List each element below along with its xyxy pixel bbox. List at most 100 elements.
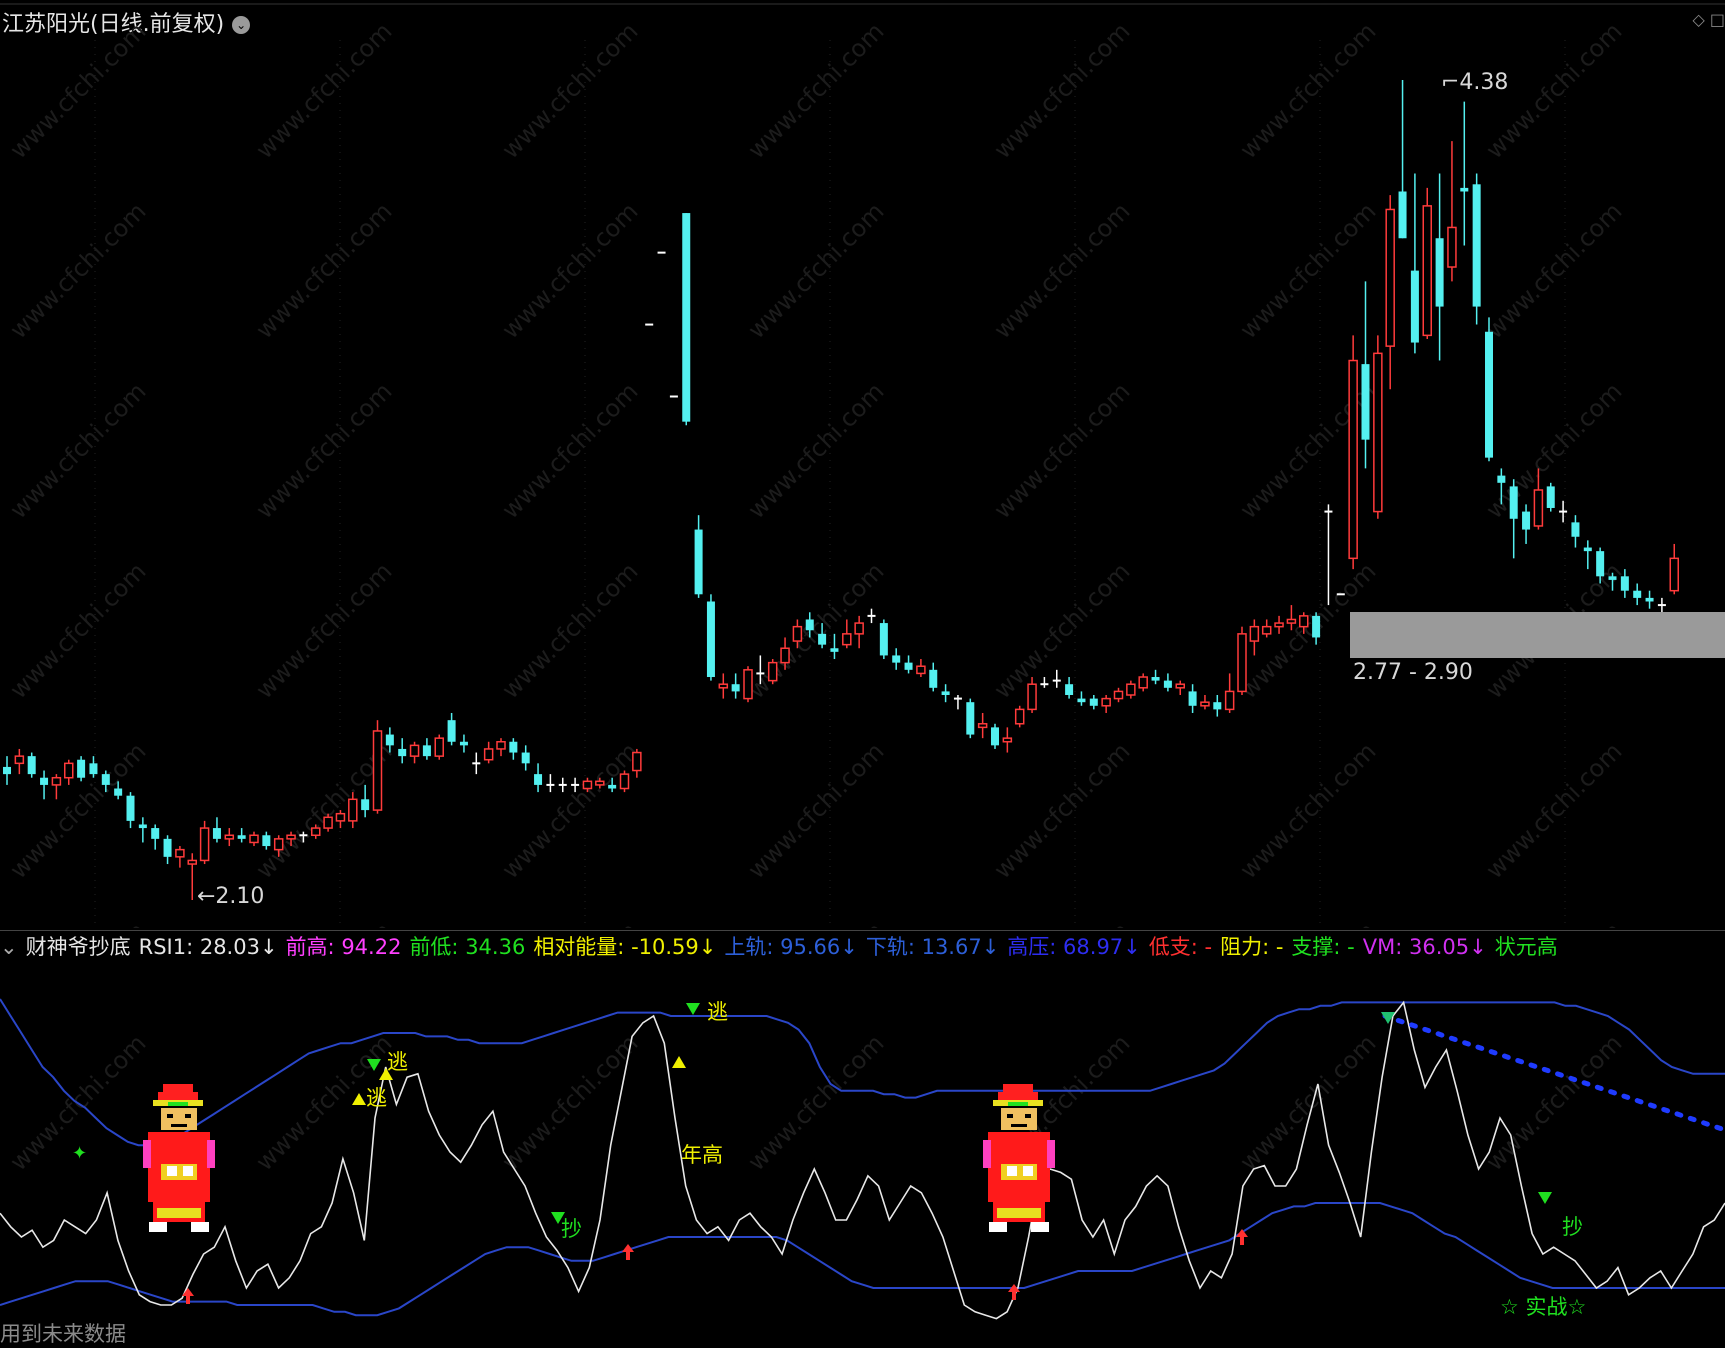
candle	[372, 720, 383, 814]
candle	[1200, 695, 1210, 710]
indicator-value-9: 支撑: -	[1291, 935, 1355, 959]
watermark-text: www.cfchi.com	[742, 557, 889, 704]
candle	[434, 734, 444, 760]
price-chart[interactable]: www.cfchi.com www.cfchi.com www.cfchi.com w…	[0, 0, 1725, 928]
candle	[1583, 540, 1592, 570]
watermark-text: www.cfchi.com	[1234, 17, 1381, 164]
candle	[237, 828, 246, 843]
watermark-text: www.cfchi.com	[250, 377, 397, 524]
escape-signal-label: 逃	[387, 1050, 408, 1074]
candle	[1077, 691, 1086, 706]
year-high-label: 年高	[681, 1143, 723, 1167]
candle	[718, 673, 729, 699]
lower-band-line	[0, 1202, 1725, 1317]
watermark-text: www.cfchi.com	[742, 1029, 889, 1176]
candle	[546, 774, 555, 793]
indicator-name[interactable]: 财神爷抄底	[26, 935, 131, 959]
candle	[991, 723, 999, 749]
candle	[187, 853, 197, 900]
candle	[953, 695, 962, 710]
watermark-text: www.cfchi.com	[1234, 737, 1381, 884]
indicator-value-8: 阻力: -	[1220, 935, 1284, 959]
candle	[27, 752, 36, 778]
watermark-text: www.cfchi.com	[250, 17, 397, 164]
candle	[1261, 619, 1272, 638]
watermark-text: www.cfchi.com	[496, 17, 643, 164]
candle	[1151, 669, 1160, 685]
candle	[1361, 281, 1370, 469]
candle	[175, 846, 185, 868]
candle	[830, 633, 839, 660]
candle	[892, 648, 901, 670]
watermark-text: www.cfchi.com	[742, 17, 889, 164]
indicator-value-3: 相对能量: -10.59↓	[533, 935, 717, 959]
bottom-signal-label: 抄	[561, 1217, 582, 1241]
indicator-value-2: 前低: 34.36	[409, 935, 526, 959]
indicator-value-7: 低支: -	[1148, 935, 1213, 959]
candle	[1460, 101, 1469, 246]
candle	[1163, 673, 1172, 692]
escape-signal-label: 逃	[707, 1000, 728, 1024]
buy-arrow-icon	[1236, 1229, 1248, 1245]
candle	[64, 759, 74, 785]
candle	[1398, 80, 1407, 239]
candle	[1188, 684, 1197, 713]
collapse-icon[interactable]: ⌄	[0, 935, 18, 959]
candle	[977, 712, 988, 739]
watermark-text: www.cfchi.com	[1234, 377, 1381, 524]
watermark-text: www.cfchi.com	[988, 737, 1135, 884]
candle	[632, 748, 642, 778]
candle	[1546, 482, 1555, 512]
candle	[1669, 543, 1679, 595]
watermark-text: www.cfchi.com	[988, 917, 1135, 928]
actual-combat-label: ☆ 实战☆	[1500, 1295, 1586, 1319]
watermark-text: www.cfchi.com	[496, 557, 643, 704]
candle	[126, 792, 135, 829]
candle	[1002, 727, 1013, 753]
price-zone-box	[1350, 612, 1725, 658]
candle	[1645, 590, 1654, 609]
candle	[138, 817, 147, 843]
price-zone-label: 2.77 - 2.90	[1353, 660, 1473, 685]
candle	[1224, 673, 1235, 713]
indicator-value-6: 高压: 68.97↓	[1007, 935, 1141, 959]
watermark-text: www.cfchi.com	[4, 197, 151, 344]
caishen-figure-icon	[143, 1084, 215, 1232]
candle	[1348, 335, 1358, 570]
candle	[1249, 619, 1260, 656]
candle	[1485, 317, 1493, 462]
candle	[212, 817, 221, 843]
candle	[1571, 515, 1580, 548]
candle	[224, 828, 235, 847]
low-price-label: ←2.10	[197, 884, 264, 909]
indicator-value-10: VM: 36.05↓	[1362, 935, 1487, 959]
candle	[1410, 173, 1419, 354]
candle	[249, 831, 259, 847]
candle	[409, 741, 420, 764]
indicator-value-11: 状元高	[1494, 935, 1558, 959]
candle	[1509, 479, 1518, 559]
candle	[534, 763, 543, 793]
candle	[521, 745, 530, 771]
candle	[1213, 695, 1222, 717]
future-data-note: 用到未来数据	[0, 1322, 126, 1346]
watermark-text: www.cfchi.com	[4, 377, 151, 524]
candle	[879, 619, 888, 660]
indicator-value-0: RSI1: 28.03↓	[138, 935, 278, 959]
candle	[1447, 141, 1457, 282]
candle	[706, 594, 715, 681]
watermark-text: www.cfchi.com	[742, 377, 889, 524]
candle	[1472, 173, 1481, 325]
down-triangle-icon	[1538, 1192, 1552, 1204]
watermark-text: www.cfchi.com	[742, 197, 889, 344]
candle	[496, 738, 506, 757]
candle	[1040, 677, 1049, 688]
candle	[14, 748, 25, 775]
candle	[472, 752, 481, 775]
escape-signal-label: 逃	[366, 1086, 387, 1110]
candle	[40, 770, 49, 800]
candle	[1113, 687, 1124, 703]
candle	[854, 615, 864, 649]
candle	[1422, 187, 1432, 339]
indicator-chart[interactable]: www.cfchi.com www.cfchi.com www.cfchi.com w…	[0, 962, 1725, 1348]
